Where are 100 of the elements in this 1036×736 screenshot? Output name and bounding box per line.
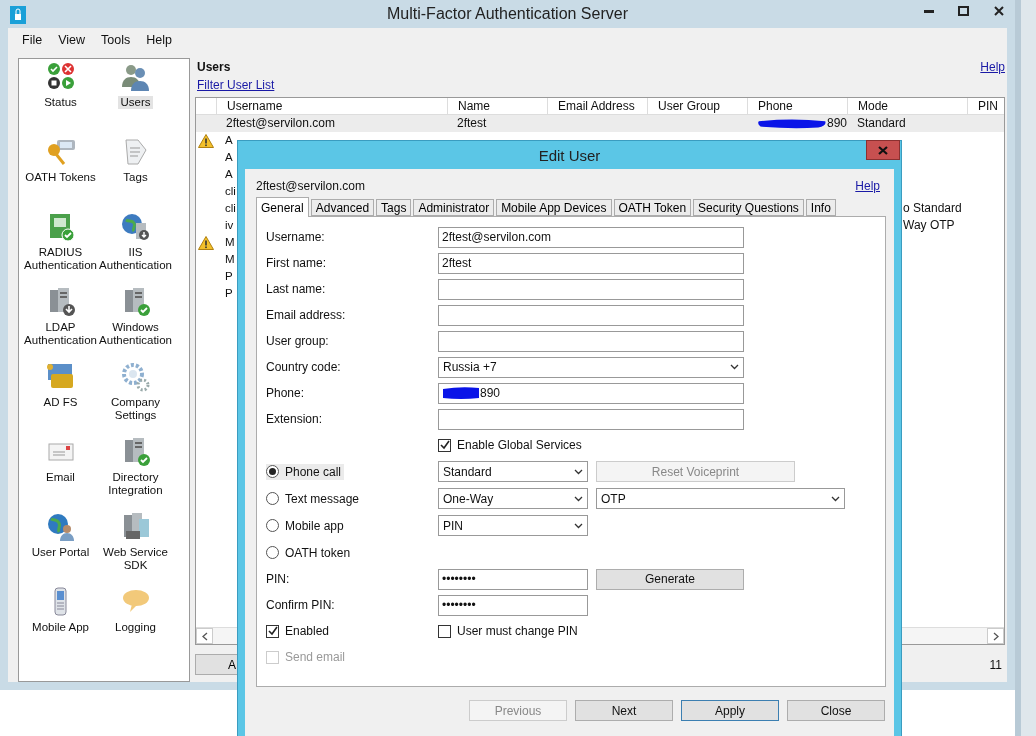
table-cell-text: A (225, 133, 233, 148)
pin-field[interactable]: •••••••• (438, 594, 588, 616)
sidebar-item[interactable]: User Portal (29, 546, 92, 559)
menu-item[interactable]: View (50, 33, 94, 47)
menu-item[interactable]: Help (138, 33, 180, 47)
dialog-button[interactable]: Close (787, 700, 885, 721)
sidebar-item[interactable]: Mobile App (30, 621, 91, 634)
dropdown[interactable]: OTP (596, 488, 845, 509)
sidebar-item[interactable]: AD FS (41, 396, 80, 409)
column-header[interactable]: Phone (747, 98, 847, 114)
table-cell-text: P (225, 286, 233, 301)
sidebar-item[interactable]: LDAP Authentication (22, 321, 99, 347)
radio-label[interactable]: Mobile app (285, 518, 344, 533)
field-label: Extension: (266, 412, 324, 426)
tab[interactable]: Advanced (310, 199, 375, 216)
table-cell-text: P (225, 269, 233, 284)
table-cell-text: 2ftest@servilon.com (225, 115, 336, 132)
sidebar-item[interactable]: IIS Authentication (97, 246, 174, 272)
user-name: 2ftest@servilon.com (256, 179, 365, 193)
dialog-title: Edit User (538, 146, 601, 164)
sidebar-item[interactable]: Users (118, 96, 153, 109)
input-field[interactable] (438, 278, 744, 300)
radio-button[interactable] (266, 519, 279, 532)
input-field[interactable] (438, 330, 744, 352)
sidebar-item[interactable]: RADIUS Authentication (22, 246, 99, 272)
radio-label[interactable]: Text message (285, 491, 360, 506)
column-header[interactable]: Mode (847, 98, 967, 114)
tab[interactable]: Info (805, 199, 836, 216)
table-cell-text: o Standard (902, 201, 962, 215)
menu-item[interactable]: Tools (93, 33, 139, 47)
tab[interactable]: Security Questions (693, 199, 804, 216)
radio-button[interactable] (266, 492, 279, 505)
table-cell: 890 (747, 115, 847, 132)
user-count: 11 (989, 657, 1002, 672)
minimize-icon[interactable] (923, 9, 934, 13)
checkbox-label[interactable]: Enabled (285, 624, 330, 638)
field-label: User group: (266, 334, 330, 348)
dropdown[interactable]: PIN (438, 515, 588, 536)
sidebar-item[interactable]: Status (42, 96, 79, 109)
sidebar-item[interactable]: Company Settings (98, 396, 173, 422)
table-cell-text: Way OTP (902, 218, 955, 232)
tab[interactable]: General (256, 197, 309, 217)
tab[interactable]: Administrator (413, 199, 495, 216)
sidebar-item[interactable]: Tags (121, 171, 150, 184)
input-field[interactable] (438, 304, 744, 326)
sidebar-item[interactable]: Web Service SDK (98, 546, 173, 572)
redaction-mark (442, 386, 480, 400)
column-header[interactable]: PIN (967, 98, 1004, 114)
sidebar-item[interactable]: Logging (113, 621, 158, 634)
sidebar-item[interactable]: OATH Tokens (23, 171, 98, 184)
dropdown[interactable]: Standard (438, 461, 588, 482)
scroll-left-icon[interactable] (201, 631, 208, 641)
checkbox-label[interactable]: User must change PIN (457, 624, 578, 638)
table-cell-text: Standard (856, 115, 907, 132)
column-header[interactable]: Email Address (547, 98, 647, 114)
table-cell-text: iv (225, 218, 234, 233)
dropdown[interactable]: One-Way (438, 488, 588, 509)
tab[interactable]: OATH Token (613, 199, 692, 216)
pin-field[interactable]: •••••••• (438, 568, 588, 590)
sidebar-item[interactable]: Directory Integration (98, 471, 173, 497)
tab[interactable]: Mobile App Devices (496, 199, 612, 216)
input-field[interactable]: 2ftest@servilon.com (438, 226, 744, 248)
field-label: Phone: (266, 386, 306, 400)
scroll-right-icon[interactable] (992, 631, 999, 641)
table-cell-text: M (225, 252, 235, 267)
filter-link[interactable]: Filter User List (197, 78, 275, 92)
column-header[interactable]: Name (447, 98, 547, 114)
close-icon[interactable] (993, 6, 1004, 16)
field-label: Email address: (266, 308, 347, 322)
table-cell-text: cli (225, 201, 236, 216)
help-link[interactable]: Help (855, 179, 880, 193)
checkbox[interactable] (438, 624, 451, 638)
sidebar-item[interactable]: Windows Authentication (97, 321, 174, 347)
radio-label[interactable]: OATH token (285, 545, 351, 560)
checkbox[interactable] (438, 438, 451, 452)
redaction-mark (757, 118, 827, 129)
field-label: PIN: (266, 572, 291, 586)
sidebar-item[interactable]: Email (44, 471, 77, 484)
field-label: First name: (266, 256, 327, 270)
app-lock-icon (10, 6, 26, 24)
input-field[interactable]: 2ftest (438, 252, 744, 274)
section-title: Users (197, 60, 231, 74)
checkbox-label[interactable]: Enable Global Services (457, 438, 582, 452)
field-label: Last name: (266, 282, 327, 296)
input-field[interactable]: 890 (438, 382, 744, 404)
menu-item[interactable]: File (14, 33, 51, 47)
column-header[interactable]: Username (216, 98, 447, 114)
input-field[interactable] (438, 408, 744, 430)
dialog-button[interactable]: Next (575, 700, 673, 721)
field-label: Username: (266, 230, 326, 244)
dialog-button[interactable]: Apply (681, 700, 779, 721)
column-header[interactable]: User Group (647, 98, 747, 114)
help-link[interactable]: Help (980, 60, 1005, 74)
radio-button[interactable] (266, 546, 279, 559)
checkbox[interactable] (266, 624, 279, 638)
dropdown[interactable]: Russia +7 (438, 356, 744, 378)
selected-row[interactable]: 2ftest@servilon.com 2ftest 890 Standard (196, 115, 1004, 132)
generate-button[interactable]: Generate (596, 568, 744, 590)
maximize-icon[interactable] (958, 6, 969, 16)
tab[interactable]: Tags (376, 199, 412, 216)
